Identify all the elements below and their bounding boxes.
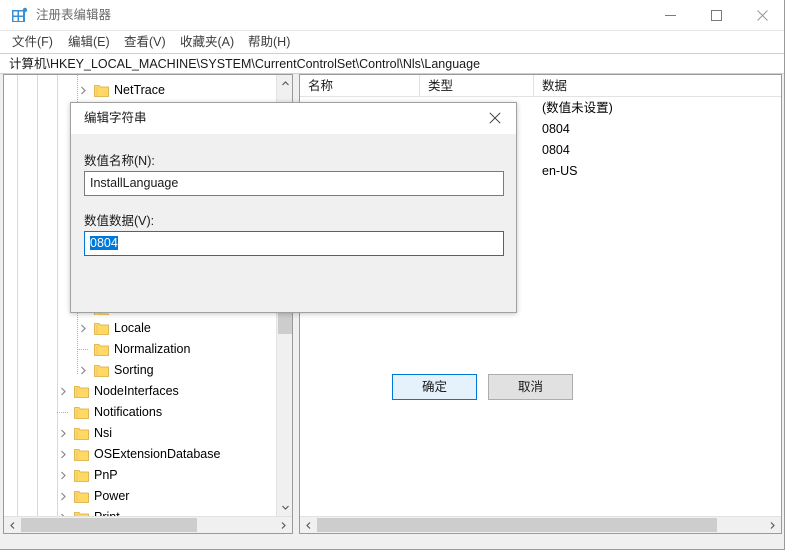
- list-hscroll-thumb[interactable]: [317, 518, 717, 532]
- registry-editor-icon: [11, 7, 28, 24]
- tree-item-osextensiondatabase[interactable]: OSExtensionDatabase: [4, 444, 276, 465]
- list-horizontal-scrollbar[interactable]: [300, 516, 781, 533]
- tree-item-label: Nsi: [94, 424, 112, 443]
- tree-item-label: Print: [94, 508, 120, 516]
- chevron-down-icon[interactable]: [277, 499, 293, 516]
- chevron-right-icon[interactable]: [77, 322, 90, 335]
- folder-icon: [74, 468, 89, 482]
- tree-item-normalization[interactable]: Normalization: [4, 339, 276, 360]
- cell-data: 0804: [542, 120, 570, 139]
- tree-item-label: Normalization: [114, 340, 190, 359]
- address-path: 计算机\HKEY_LOCAL_MACHINE\SYSTEM\CurrentCon…: [9, 56, 480, 73]
- chevron-right-icon[interactable]: [57, 448, 70, 461]
- maximize-button[interactable]: [693, 0, 739, 30]
- value-data-text: 0804: [90, 236, 118, 250]
- title-bar: 注册表编辑器: [0, 0, 785, 31]
- tree-item-nsi[interactable]: Nsi: [4, 423, 276, 444]
- menu-help[interactable]: 帮助(H): [246, 33, 292, 51]
- tree-item-print[interactable]: Print: [4, 507, 276, 516]
- cell-data: (数值未设置): [542, 99, 613, 118]
- tree-item-power[interactable]: Power: [4, 486, 276, 507]
- tree-item-label: Locale: [114, 319, 151, 338]
- tree-item-label: Sorting: [114, 361, 154, 380]
- chevron-right-icon[interactable]: [57, 385, 70, 398]
- chevron-right-icon[interactable]: [57, 427, 70, 440]
- close-button[interactable]: [739, 0, 785, 30]
- chevron-left-icon[interactable]: [300, 517, 317, 533]
- cancel-button[interactable]: 取消: [488, 374, 573, 400]
- dialog-title: 编辑字符串: [84, 110, 147, 127]
- chevron-right-icon[interactable]: [57, 490, 70, 503]
- folder-icon: [74, 384, 89, 398]
- tree-item-sorting[interactable]: Sorting: [4, 360, 276, 381]
- column-header-type[interactable]: 类型: [420, 75, 534, 97]
- value-data-input[interactable]: 0804: [84, 231, 504, 256]
- window-title: 注册表编辑器: [36, 7, 111, 24]
- chevron-right-icon[interactable]: [77, 364, 90, 377]
- tree-item-locale[interactable]: Locale: [4, 318, 276, 339]
- column-header-data[interactable]: 数据: [534, 75, 781, 97]
- folder-icon: [94, 83, 109, 97]
- menu-favorites[interactable]: 收藏夹(A): [178, 33, 236, 51]
- chevron-right-icon[interactable]: [57, 469, 70, 482]
- minimize-button[interactable]: [647, 0, 693, 30]
- chevron-right-icon[interactable]: [77, 84, 90, 97]
- value-name-input[interactable]: InstallLanguage: [84, 171, 504, 196]
- close-icon[interactable]: [474, 103, 516, 133]
- folder-icon: [94, 342, 109, 356]
- chevron-right-icon[interactable]: [764, 517, 781, 533]
- dialog-title-bar: 编辑字符串: [71, 103, 516, 134]
- tree-item-label: PnP: [94, 466, 118, 485]
- tree-item-pnp[interactable]: PnP: [4, 465, 276, 486]
- folder-icon: [74, 426, 89, 440]
- tree-item-label: Notifications: [94, 403, 162, 422]
- folder-icon: [94, 321, 109, 335]
- menu-bar: 文件(F) 编辑(E) 查看(V) 收藏夹(A) 帮助(H): [0, 31, 785, 53]
- tree-item-nettrace[interactable]: NetTrace: [4, 80, 276, 101]
- value-name-text: InstallLanguage: [90, 176, 178, 190]
- folder-icon: [74, 405, 89, 419]
- folder-icon: [74, 489, 89, 503]
- menu-file[interactable]: 文件(F): [10, 33, 55, 51]
- tree-hscroll-thumb[interactable]: [21, 518, 197, 532]
- menu-edit[interactable]: 编辑(E): [66, 33, 112, 51]
- value-name-label: 数值名称(N):: [84, 153, 155, 170]
- folder-icon: [94, 363, 109, 377]
- tree-item-notifications[interactable]: Notifications: [4, 402, 276, 423]
- address-bar[interactable]: 计算机\HKEY_LOCAL_MACHINE\SYSTEM\CurrentCon…: [0, 53, 785, 74]
- list-header: 名称 类型 数据: [300, 75, 781, 97]
- menu-view[interactable]: 查看(V): [122, 33, 168, 51]
- chevron-right-icon[interactable]: [275, 517, 292, 533]
- tree-item-label: NetTrace: [114, 81, 165, 100]
- value-data-label: 数值数据(V):: [84, 213, 154, 230]
- tree-horizontal-scrollbar[interactable]: [4, 516, 292, 533]
- tree-item-label: OSExtensionDatabase: [94, 445, 220, 464]
- cell-data: 0804: [542, 141, 570, 160]
- column-header-name[interactable]: 名称: [300, 75, 420, 97]
- tree-item-label: Power: [94, 487, 129, 506]
- cell-data: en-US: [542, 162, 577, 181]
- chevron-up-icon[interactable]: [277, 75, 293, 92]
- edit-string-dialog: 编辑字符串 数值名称(N): InstallLanguage 数值数据(V): …: [70, 102, 517, 313]
- tree-item-label: NodeInterfaces: [94, 382, 179, 401]
- tree-item-nodeinterfaces[interactable]: NodeInterfaces: [4, 381, 276, 402]
- chevron-left-icon[interactable]: [4, 517, 21, 533]
- registry-editor-window: 注册表编辑器 文件(F) 编辑(E) 查看(V) 收藏夹(A) 帮助(H) 计算…: [0, 0, 785, 550]
- ok-button[interactable]: 确定: [392, 374, 477, 400]
- folder-icon: [74, 447, 89, 461]
